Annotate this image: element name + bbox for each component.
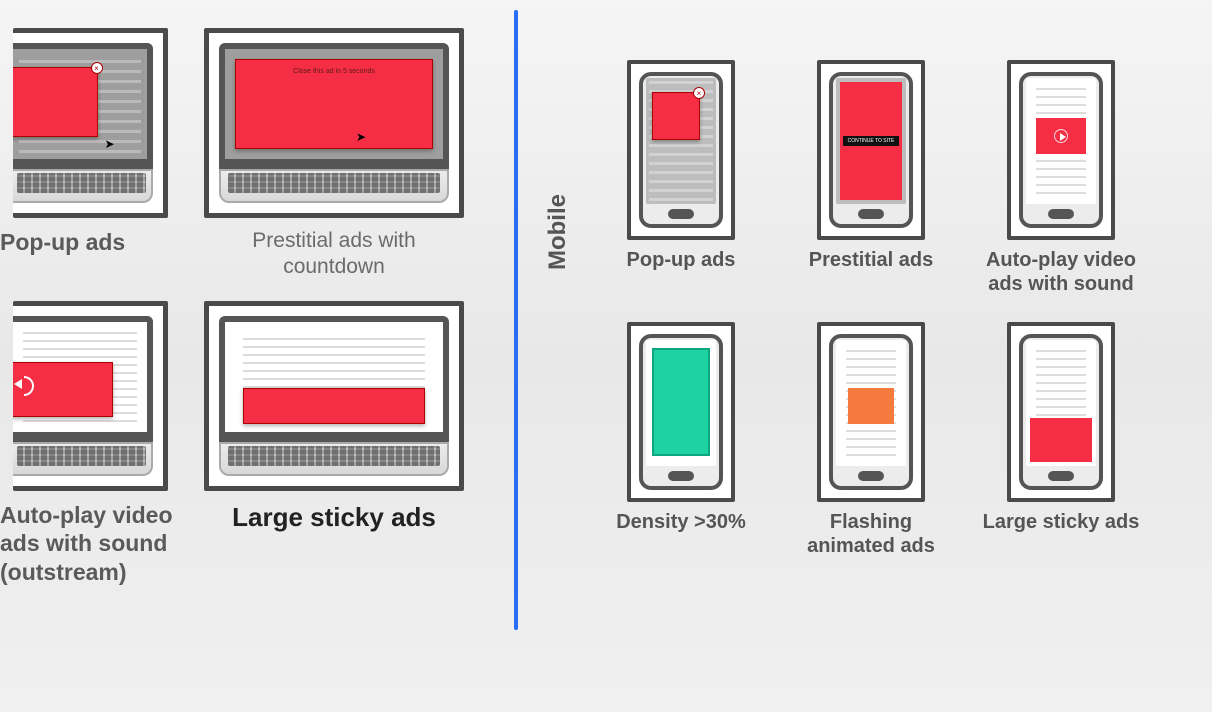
phone-body: × bbox=[639, 72, 723, 228]
phone-screen: × bbox=[646, 78, 716, 204]
close-icon: × bbox=[693, 87, 705, 99]
video-ad-illustration bbox=[13, 362, 113, 417]
flashing-ad-illustration bbox=[848, 388, 894, 424]
caption: Density >30% bbox=[616, 510, 746, 534]
phone-body: CONTINUE TO SITE bbox=[829, 72, 913, 228]
mobile-item-density: Density >30% bbox=[596, 322, 766, 558]
laptop-base bbox=[219, 169, 449, 203]
desktop-item-large-sticky: Large sticky ads bbox=[204, 301, 464, 587]
mobile-item-autoplay: Auto-play video ads with sound bbox=[976, 60, 1146, 296]
phone-body bbox=[639, 334, 723, 490]
diagram-root: × ➤ Pop-up ads bbox=[0, 0, 1212, 712]
mobile-section: × Pop-up ads CONTINUE TO SITE bbox=[596, 0, 1146, 558]
phone-screen bbox=[836, 340, 906, 466]
phone-frame bbox=[817, 322, 925, 502]
laptop-body bbox=[219, 316, 449, 476]
home-button bbox=[858, 471, 884, 481]
phone-frame: × bbox=[627, 60, 735, 240]
laptop-screen bbox=[13, 316, 153, 442]
desktop-section: × ➤ Pop-up ads bbox=[0, 0, 464, 587]
phone-body bbox=[1019, 334, 1103, 490]
laptop-body: × ➤ bbox=[13, 43, 153, 203]
phone-frame bbox=[1007, 60, 1115, 240]
home-button bbox=[858, 209, 884, 219]
desktop-item-autoplay: Auto-play video ads with sound (outstrea… bbox=[0, 301, 180, 587]
home-button bbox=[668, 471, 694, 481]
phone-screen bbox=[1026, 78, 1096, 204]
laptop-frame bbox=[204, 301, 464, 491]
desktop-grid: × ➤ Pop-up ads bbox=[0, 28, 464, 587]
caption: Pop-up ads bbox=[0, 228, 125, 257]
laptop-body: Close this ad in 5 seconds ➤ bbox=[219, 43, 449, 203]
mobile-item-popup: × Pop-up ads bbox=[596, 60, 766, 296]
mobile-grid: × Pop-up ads CONTINUE TO SITE bbox=[596, 60, 1146, 558]
mobile-item-prestitial: CONTINUE TO SITE Prestitial ads bbox=[786, 60, 956, 296]
sticky-ad-illustration bbox=[1030, 418, 1092, 462]
caption: Flashing animated ads bbox=[791, 510, 951, 558]
caption: Large sticky ads bbox=[983, 510, 1140, 534]
section-divider bbox=[514, 10, 518, 630]
home-button bbox=[1048, 471, 1074, 481]
caption: Pop-up ads bbox=[627, 248, 736, 272]
phone-screen bbox=[1026, 340, 1096, 466]
prestitial-ad-illustration: Close this ad in 5 seconds ➤ bbox=[235, 59, 433, 149]
popup-ad-illustration: × bbox=[652, 92, 700, 140]
countdown-text: Close this ad in 5 seconds bbox=[236, 68, 432, 75]
video-ad-illustration bbox=[1036, 118, 1086, 154]
phone-screen bbox=[646, 340, 716, 466]
laptop-body bbox=[13, 316, 153, 476]
laptop-base bbox=[13, 169, 153, 203]
caption: Auto-play video ads with sound (outstrea… bbox=[0, 501, 180, 587]
mobile-item-flashing: Flashing animated ads bbox=[786, 322, 956, 558]
desktop-item-prestitial-countdown: Close this ad in 5 seconds ➤ Prestitial … bbox=[204, 28, 464, 281]
laptop-frame bbox=[13, 301, 168, 491]
phone-body bbox=[1019, 72, 1103, 228]
mobile-section-label: Mobile bbox=[544, 170, 572, 270]
laptop-frame: Close this ad in 5 seconds ➤ bbox=[204, 28, 464, 218]
sound-icon bbox=[14, 374, 34, 394]
keyboard-illustration bbox=[228, 173, 440, 193]
mobile-item-large-sticky: Large sticky ads bbox=[976, 322, 1146, 558]
laptop-base bbox=[13, 442, 153, 476]
prestitial-ad-illustration: CONTINUE TO SITE bbox=[840, 82, 902, 200]
sticky-ad-illustration bbox=[243, 388, 425, 424]
close-icon: × bbox=[91, 62, 103, 74]
phone-frame: CONTINUE TO SITE bbox=[817, 60, 925, 240]
popup-ad-illustration: × bbox=[13, 67, 98, 137]
laptop-screen: × ➤ bbox=[13, 43, 153, 169]
laptop-base bbox=[219, 442, 449, 476]
cursor-icon: ➤ bbox=[356, 130, 366, 144]
caption: Prestitial ads with countdown bbox=[214, 228, 454, 281]
caption: Prestitial ads bbox=[809, 248, 934, 272]
home-button bbox=[1048, 209, 1074, 219]
keyboard-illustration bbox=[17, 173, 147, 193]
phone-frame bbox=[627, 322, 735, 502]
phone-frame bbox=[1007, 322, 1115, 502]
keyboard-illustration bbox=[228, 446, 440, 466]
continue-bar: CONTINUE TO SITE bbox=[843, 136, 900, 146]
laptop-frame: × ➤ bbox=[13, 28, 168, 218]
caption: Auto-play video ads with sound bbox=[981, 248, 1141, 296]
density-ad-illustration bbox=[652, 348, 710, 456]
desktop-item-popup: × ➤ Pop-up ads bbox=[0, 28, 180, 281]
phone-screen: CONTINUE TO SITE bbox=[836, 78, 906, 204]
laptop-screen: Close this ad in 5 seconds ➤ bbox=[219, 43, 449, 169]
home-button bbox=[668, 209, 694, 219]
keyboard-illustration bbox=[17, 446, 147, 466]
play-icon bbox=[1054, 129, 1068, 143]
laptop-screen bbox=[219, 316, 449, 442]
phone-body bbox=[829, 334, 913, 490]
caption: Large sticky ads bbox=[232, 501, 436, 534]
cursor-icon: ➤ bbox=[105, 137, 115, 151]
